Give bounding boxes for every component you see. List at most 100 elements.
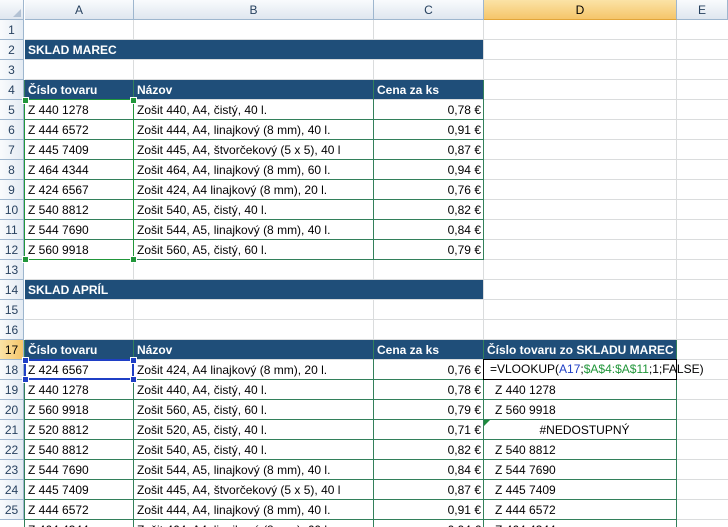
table2-cell[interactable]: 0,82 € <box>374 440 484 460</box>
range-handle[interactable] <box>130 256 137 263</box>
range-handle[interactable] <box>22 256 29 263</box>
spreadsheet[interactable]: ABCDE 1 2 3 4 5 6 7 8 9 10 11 12 13 14 15 16 17 18 19 20 21 2… <box>0 0 728 527</box>
row-header-19[interactable]: 19 <box>0 380 24 400</box>
lookup-result-cell[interactable]: #NEDOSTUPNÝ <box>492 420 677 440</box>
row-header-23[interactable]: 23 <box>0 460 24 480</box>
table2-cell[interactable]: 0,87 € <box>374 480 484 500</box>
row-header-3[interactable]: 3 <box>0 60 24 80</box>
row-header-7[interactable]: 7 <box>0 140 24 160</box>
range-handle[interactable] <box>130 97 137 104</box>
formula-suffix: ;1;FALSE) <box>648 362 704 376</box>
table2-cell[interactable]: 0,78 € <box>374 380 484 400</box>
row-header-1[interactable]: 1 <box>0 20 24 40</box>
table2-cell[interactable]: 0,79 € <box>374 400 484 420</box>
table1-cell[interactable]: 0,94 € <box>374 160 484 180</box>
range-handle[interactable] <box>22 357 29 364</box>
table2-cell[interactable]: Zošit 544, A5, linajkový (8 mm), 40 l. <box>134 460 374 480</box>
table2-cell[interactable]: Z 520 8812 <box>25 420 134 440</box>
formula-ref2: $A$4:$A$11 <box>583 362 649 376</box>
row-header-18[interactable]: 18 <box>0 360 24 380</box>
table2-cell[interactable]: Zošit 424, A4 linajkový (8 mm), 20 l. <box>134 360 374 380</box>
table2-cell[interactable]: Z 444 6572 <box>25 500 134 520</box>
table2-cell[interactable]: 0,84 € <box>374 460 484 480</box>
table1-cell[interactable]: Zošit 560, A5, čistý, 60 l. <box>134 240 374 260</box>
table2-cell[interactable]: Z 440 1278 <box>25 380 134 400</box>
table2-cell[interactable]: Z 544 7690 <box>25 460 134 480</box>
row-header-6[interactable]: 6 <box>0 120 24 140</box>
column-header-e[interactable]: E <box>677 0 728 20</box>
table1-col-border <box>373 80 374 260</box>
gridline-h <box>25 299 728 300</box>
table1-cell[interactable]: 0,87 € <box>374 140 484 160</box>
row-header-12[interactable]: 12 <box>0 240 24 260</box>
table2-cell[interactable]: Zošit 440, A4, čistý, 40 l. <box>134 380 374 400</box>
table1-cell[interactable]: 0,82 € <box>374 200 484 220</box>
table1-cell[interactable]: Zošit 440, A4, čistý, 40 l. <box>134 100 374 120</box>
column-header-c[interactable]: C <box>374 0 484 20</box>
table2-cell[interactable]: Zošit 464, A4, linajkový (8 mm), 60 l. <box>134 520 374 527</box>
table2-cell[interactable]: Z 540 8812 <box>25 440 134 460</box>
table2-cell[interactable]: Zošit 444, A4, linajkový (8 mm), 40 l. <box>134 500 374 520</box>
table1-cell[interactable]: Zošit 540, A5, čistý, 40 l. <box>134 200 374 220</box>
row-header-20[interactable]: 20 <box>0 400 24 420</box>
row-header-14[interactable]: 14 <box>0 280 24 300</box>
column-header-b[interactable]: B <box>134 0 374 20</box>
row-header-11[interactable]: 11 <box>0 220 24 240</box>
row-header-4[interactable]: 4 <box>0 80 24 100</box>
table2-cell[interactable]: Z 445 7409 <box>25 480 134 500</box>
table1-cell[interactable]: 0,76 € <box>374 180 484 200</box>
row-header-2[interactable]: 2 <box>0 40 24 60</box>
row-header-15[interactable]: 15 <box>0 300 24 320</box>
row-header-21[interactable]: 21 <box>0 420 24 440</box>
range-handle[interactable] <box>22 376 29 383</box>
table2-cell[interactable]: Zošit 560, A5, čistý, 60 l. <box>134 400 374 420</box>
gridline-h <box>25 319 728 320</box>
table1-cell[interactable]: Zošit 544, A5, linajkový (8 mm), 40 l. <box>134 220 374 240</box>
range-handle[interactable] <box>130 376 137 383</box>
row-header-16[interactable]: 16 <box>0 320 24 340</box>
lookup-result-cell[interactable]: Z 540 8812 <box>492 440 677 460</box>
table2-cell[interactable]: 0,76 € <box>374 360 484 380</box>
table1-cell[interactable]: Zošit 444, A4, linajkový (8 mm), 40 l. <box>134 120 374 140</box>
table1-header-2: Názov <box>134 80 374 99</box>
column-header-a[interactable]: A <box>25 0 134 20</box>
table1-cell[interactable]: 0,79 € <box>374 240 484 260</box>
table1-cell[interactable]: Zošit 445, A4, štvorčekový (5 x 5), 40 l <box>134 140 374 160</box>
copy-range-a4-a11 <box>24 99 134 260</box>
lookup-result-cell[interactable]: Z 544 7690 <box>492 460 677 480</box>
table2-cell[interactable]: 0,94 € <box>374 520 484 527</box>
table1-cell[interactable]: Zošit 424, A4 linajkový (8 mm), 20 l. <box>134 180 374 200</box>
table2-cell[interactable]: Zošit 445, A4, štvorčekový (5 x 5), 40 l <box>134 480 374 500</box>
lookup-result-cell[interactable]: Z 560 9918 <box>492 400 677 420</box>
table2-cell[interactable]: Z 560 9918 <box>25 400 134 420</box>
lookup-result-cell[interactable]: Z 440 1278 <box>492 380 677 400</box>
row-header-24[interactable]: 24 <box>0 480 24 500</box>
row-header-25[interactable]: 25 <box>0 500 24 520</box>
lookup-result-cell[interactable]: Z 444 6572 <box>492 500 677 520</box>
row-header-5[interactable]: 5 <box>0 100 24 120</box>
column-header-d[interactable]: D <box>484 0 677 20</box>
lookup-result-cell[interactable]: Z 445 7409 <box>492 480 677 500</box>
table1-cell[interactable]: 0,78 € <box>374 100 484 120</box>
table2-cell[interactable]: Zošit 540, A5, čistý, 40 l. <box>134 440 374 460</box>
table1-cell[interactable]: 0,91 € <box>374 120 484 140</box>
row-header-8[interactable]: 8 <box>0 160 24 180</box>
row-header-9[interactable]: 9 <box>0 180 24 200</box>
table2-cell[interactable]: Z 464 4344 <box>25 520 134 527</box>
select-all-corner[interactable] <box>0 0 24 20</box>
range-handle[interactable] <box>22 97 29 104</box>
row-header-10[interactable]: 10 <box>0 200 24 220</box>
table2-cell[interactable]: 0,91 € <box>374 500 484 520</box>
row-header-13[interactable]: 13 <box>0 260 24 280</box>
range-handle[interactable] <box>130 357 137 364</box>
table2-cell[interactable]: 0,71 € <box>374 420 484 440</box>
lookup-result-cell[interactable]: Z 464 4344 <box>492 520 677 527</box>
formula-edit-cell-d17[interactable]: =VLOOKUP(A17;$A$4:$A$11;1;FALSE) <box>483 359 704 380</box>
table1-cell[interactable]: Zošit 464, A4, linajkový (8 mm), 60 l. <box>134 160 374 180</box>
table2-cell[interactable]: Zošit 520, A5, čistý, 40 l. <box>134 420 374 440</box>
error-indicator-icon[interactable] <box>484 420 490 426</box>
row-header-22[interactable]: 22 <box>0 440 24 460</box>
table1-cell[interactable]: 0,84 € <box>374 220 484 240</box>
table1-header-3: Cena za ks <box>374 80 484 99</box>
row-header-17[interactable]: 17 <box>0 340 24 360</box>
